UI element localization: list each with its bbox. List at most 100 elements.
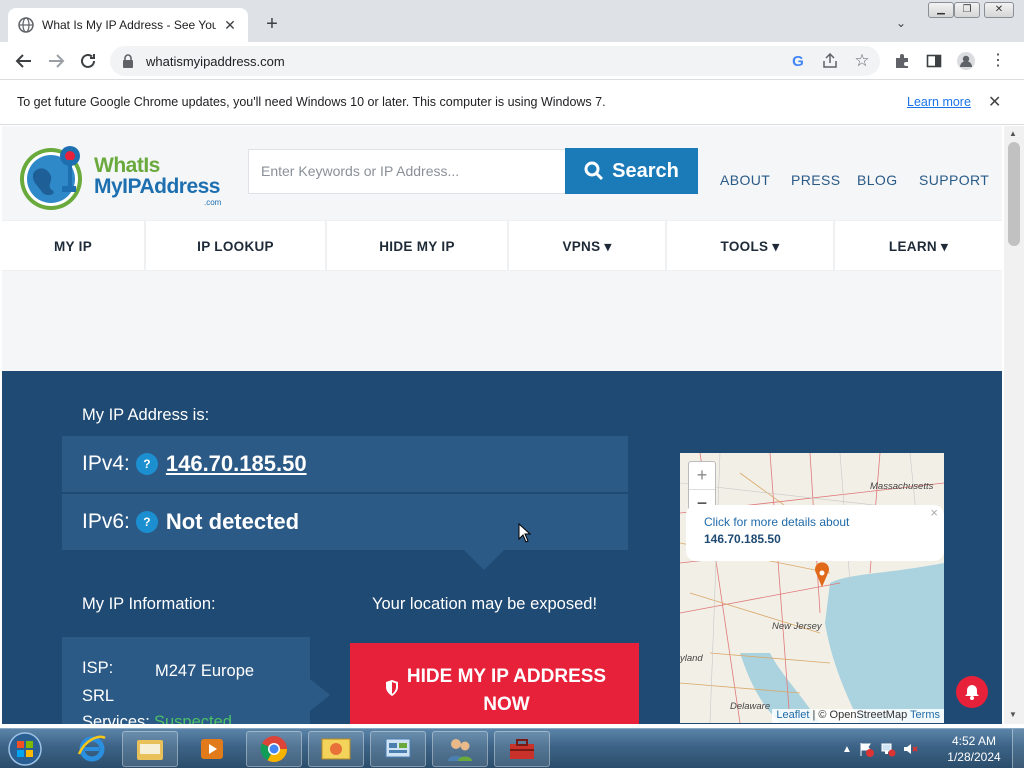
media-player-taskbar-button[interactable] <box>184 731 240 767</box>
site-logo[interactable]: WhatIs MyIPAddress .com <box>18 142 228 212</box>
nav-tools[interactable]: TOOLS ▾ <box>667 221 835 272</box>
side-panel-icon[interactable] <box>924 51 944 71</box>
ipv4-value[interactable]: 146.70.185.50 <box>166 451 307 477</box>
about-link[interactable]: ABOUT <box>720 172 770 188</box>
ipv4-label: IPv4: <box>82 452 130 475</box>
nav-learn[interactable]: LEARN ▾ <box>835 221 1002 272</box>
blog-link[interactable]: BLOG <box>857 172 898 188</box>
forward-button[interactable] <box>46 51 66 71</box>
nav-hide-my-ip[interactable]: HIDE MY IP <box>327 221 509 272</box>
logo-text-suffix: .com <box>204 198 222 207</box>
start-button[interactable] <box>6 731 44 767</box>
close-popup-icon[interactable]: × <box>930 505 938 520</box>
learn-more-link[interactable]: Learn more <box>907 95 971 109</box>
bookmark-star-icon[interactable]: ☆ <box>852 51 872 71</box>
terms-link[interactable]: Terms <box>910 709 940 721</box>
search-button-label: Search <box>612 159 679 182</box>
popup-text: Click for more details about <box>704 515 850 529</box>
site-search-input[interactable]: Enter Keywords or IP Address... <box>248 149 566 194</box>
toolbox-taskbar-button[interactable] <box>494 731 550 767</box>
file-explorer-taskbar-button[interactable] <box>122 731 178 767</box>
users-icon <box>448 739 472 761</box>
info-card-arrow <box>310 679 330 711</box>
scroll-down-icon[interactable]: ▼ <box>1009 710 1017 719</box>
reload-icon <box>81 53 95 68</box>
lock-icon <box>123 54 133 68</box>
map-label-maryland: yland <box>680 653 703 664</box>
main-navigation: MY IP IP LOOKUP HIDE MY IP VPNS ▾ TOOLS … <box>2 220 1002 272</box>
nav-vpns[interactable]: VPNS ▾ <box>509 221 667 272</box>
action-center-flag-icon[interactable] <box>858 741 874 757</box>
notification-bell-button[interactable] <box>956 676 988 708</box>
chrome-icon <box>260 736 288 763</box>
windows-logo-icon <box>8 732 42 766</box>
show-hidden-icons-arrow-icon[interactable]: ▲ <box>842 744 852 755</box>
popup-ip: 146.70.185.50 <box>704 532 781 546</box>
map-label-delaware: Delaware <box>730 701 771 712</box>
ip-info-heading: My IP Information: <box>82 595 216 613</box>
nav-ip-lookup[interactable]: IP LOOKUP <box>146 221 327 272</box>
leaflet-link[interactable]: Leaflet <box>776 709 809 721</box>
forward-arrow-icon <box>49 54 65 68</box>
tab-search-chevron-icon[interactable]: ⌄ <box>896 16 906 30</box>
volume-muted-icon[interactable] <box>902 741 918 757</box>
globe-logo-icon <box>20 146 82 210</box>
control-panel-icon <box>385 738 411 758</box>
address-bar[interactable]: whatismyipaddress.com <box>110 46 880 76</box>
page-scrollbar[interactable]: ▲ ▼ <box>1004 126 1024 724</box>
show-desktop-button[interactable] <box>1012 729 1024 768</box>
isp-value: M247 Europe SRL <box>82 662 255 705</box>
ipv6-value: Not detected <box>165 509 300 534</box>
reload-button[interactable] <box>78 51 98 71</box>
url-text: whatismyipaddress.com <box>146 53 285 69</box>
restore-window-button[interactable]: ❐ <box>954 2 980 18</box>
tab-title: What Is My IP Address - See Your <box>42 18 216 32</box>
card-pointer <box>464 550 504 570</box>
location-map[interactable]: + − Massachusetts New Jersey yland Delaw… <box>680 453 944 723</box>
browser-tab[interactable]: What Is My IP Address - See Your ✕ <box>8 8 248 42</box>
press-link[interactable]: PRESS <box>791 172 840 188</box>
site-search-button[interactable]: Search <box>565 148 698 194</box>
google-lens-icon[interactable]: G <box>788 51 808 71</box>
ipv6-help-icon[interactable]: ? <box>135 511 158 533</box>
support-link[interactable]: SUPPORT <box>919 172 989 188</box>
services-label: Services: <box>82 713 150 724</box>
scrollbar-thumb[interactable] <box>1008 142 1020 246</box>
mouse-cursor-icon <box>518 523 532 543</box>
network-icon[interactable] <box>880 741 896 757</box>
new-tab-icon[interactable]: + <box>262 14 282 34</box>
users-taskbar-button[interactable] <box>432 731 488 767</box>
zoom-in-button[interactable]: + <box>689 462 715 489</box>
ipv4-help-icon[interactable]: ? <box>135 453 158 475</box>
nav-my-ip[interactable]: MY IP <box>2 221 146 272</box>
system-clock[interactable]: 4:52 AM 1/28/2024 <box>944 733 1004 765</box>
search-icon <box>584 161 604 181</box>
picture-icon <box>321 738 351 760</box>
share-icon[interactable] <box>820 51 840 71</box>
extensions-puzzle-icon[interactable] <box>892 51 912 71</box>
map-popup[interactable]: Click for more details about 146.70.185.… <box>686 505 944 561</box>
close-tab-icon[interactable]: ✕ <box>222 17 238 34</box>
services-value[interactable]: Suspected <box>154 713 232 724</box>
hide-button-label: HIDE MY IP ADDRESS NOW <box>406 666 607 715</box>
back-button[interactable] <box>14 51 34 71</box>
attribution-separator: | © <box>812 709 827 721</box>
toolbox-icon <box>510 739 534 759</box>
image-viewer-taskbar-button[interactable] <box>308 731 364 767</box>
minimize-window-button[interactable]: ▁ <box>928 2 954 18</box>
control-panel-taskbar-button[interactable] <box>370 731 426 767</box>
ip-hero-section: My IP Address is: IPv4: ? 146.70.185.50 … <box>2 371 1002 724</box>
ip-info-card: ISP: M247 Europe SRL Services: Suspected <box>62 637 310 724</box>
internet-explorer-taskbar-button[interactable] <box>64 731 120 767</box>
clock-time: 4:52 AM <box>951 734 997 748</box>
ipv6-row: IPv6: ? Not detected <box>62 494 628 550</box>
chrome-menu-icon[interactable]: ⋮ <box>988 51 1008 71</box>
page-viewport: WhatIs MyIPAddress .com Enter Keywords o… <box>0 126 1004 724</box>
scroll-up-icon[interactable]: ▲ <box>1009 129 1017 138</box>
profile-avatar-icon[interactable] <box>956 51 976 71</box>
osm-link[interactable]: OpenStreetMap <box>830 709 908 721</box>
close-infobar-icon[interactable]: ✕ <box>988 92 1001 112</box>
close-window-button[interactable]: ✕ <box>984 2 1014 18</box>
chrome-taskbar-button[interactable] <box>246 731 302 767</box>
hide-my-ip-button[interactable]: HIDE MY IP ADDRESS NOW <box>350 643 639 724</box>
